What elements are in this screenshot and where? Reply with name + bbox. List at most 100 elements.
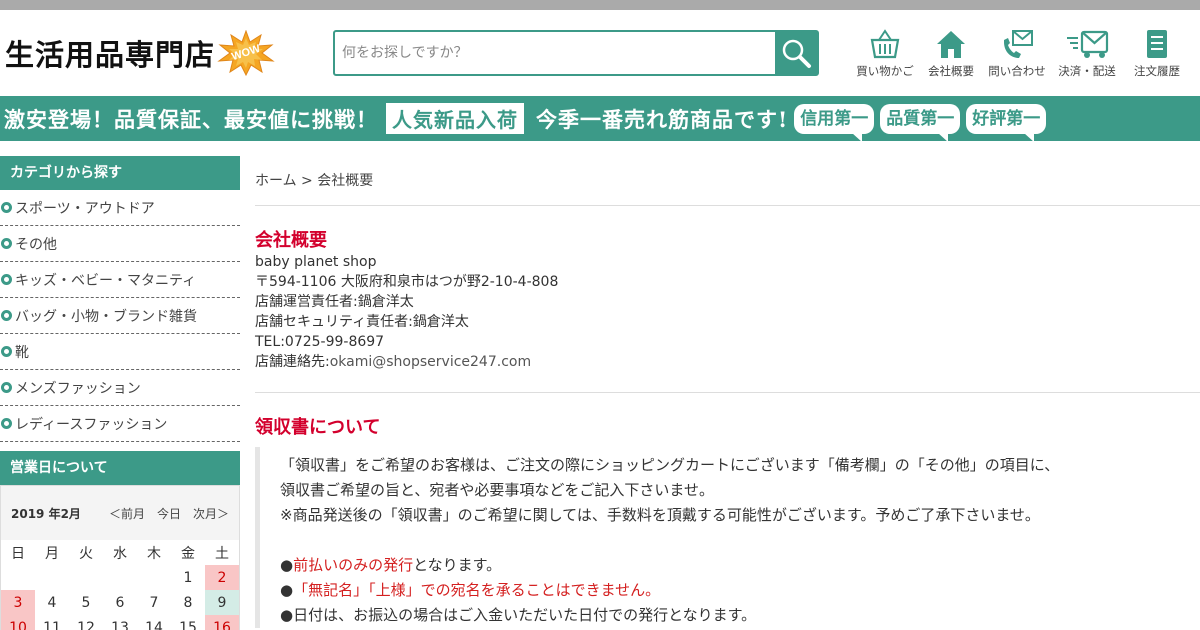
calendar-empty-cell (103, 565, 137, 590)
promo-banner[interactable]: 激安登場！品質保証、最安値に挑戦！ 人気新品入荷 今季一番売れ筋商品です! 信用… (0, 96, 1200, 141)
category-label: バッグ・小物・ブランド雑貨 (15, 308, 197, 325)
calendar-weekday: 日 (11, 545, 25, 562)
category-item[interactable]: 靴 (0, 334, 240, 370)
category-label: スポーツ・アウトドア (15, 200, 155, 217)
banner-bubble-trust: 信用第一 (794, 103, 875, 141)
shop-manager: 店舗運営責任者:鍋倉洋太 (255, 294, 414, 310)
receipt-line-2: 領収書ご希望の旨と、宛者や必要事項などをご記入下さいませ。 (280, 481, 714, 499)
calendar-month: 2019 年2月 (11, 506, 81, 521)
nav-order-history[interactable]: 注文履歴 (1124, 28, 1190, 79)
section-divider (255, 392, 1200, 393)
calendar-day: 14 (145, 619, 163, 630)
shop-contact: 店舗連絡先:okami@shopservice247.com (255, 352, 1200, 372)
calendar-weekday: 月 (45, 545, 59, 562)
category-item[interactable]: バッグ・小物・ブランド雑貨 (0, 298, 240, 334)
calendar-day: 12 (77, 619, 95, 630)
calendar-day: 5 (81, 594, 91, 611)
banner-box: 人気新品入荷 (386, 103, 524, 134)
bullet-icon (1, 202, 12, 213)
breadcrumb-home-link[interactable]: ホーム (255, 173, 297, 189)
bullet-icon (1, 238, 12, 249)
category-item[interactable]: レディースファッション (0, 406, 240, 442)
category-label: その他 (15, 236, 57, 253)
search-bar (333, 30, 819, 76)
wow-badge-icon: WOW (217, 29, 275, 77)
category-heading: カテゴリから探す (0, 156, 240, 190)
receipt-line-1: 「領収書」をご希望のお客様は、ご注文の際にショッピングカートにございます「備考欄… (280, 456, 1060, 474)
calendar-day: 8 (183, 594, 193, 611)
business-calendar: 2019 年2月 ＜前月 今日 次月＞ 日月火水木金土 1 2 3 4 5 6 7 8 9 10 11… (0, 485, 240, 630)
list-icon (1147, 30, 1167, 58)
shop-contact-email: okami@shopservice247.com (329, 354, 532, 370)
logo-text: 生活用品専門店 (5, 38, 216, 72)
calendar-weekday: 木 (147, 545, 161, 562)
receipt-bullet-1-rest: となります。 (413, 556, 502, 574)
receipt-bullet-2: ●「無記名」「上様」での宛名を承ることはできません。 (280, 578, 1200, 603)
nav-payment-delivery[interactable]: 決済・配送 (1050, 28, 1124, 79)
calendar-day: 2 (205, 565, 239, 590)
calendar-day: 6 (115, 594, 125, 611)
calendar-day: 4 (47, 594, 57, 611)
shop-address: 〒594-1106 大阪府和泉市はつが野2-10-4-808 (255, 274, 559, 290)
calendar-grid: 日月火水木金土 1 2 3 4 5 6 7 8 9 10 11 12 13 14 15 16 (1, 540, 239, 630)
receipt-line-3: ※商品発送後の「領収書」のご希望に関しては、手数料を頂戴する可能性がございます。… (280, 506, 1040, 524)
search-input[interactable] (335, 32, 775, 74)
breadcrumb-current: 会社概要 (317, 173, 374, 189)
shop-security-officer: 店舗セキュリティ責任者:鍋倉洋太 (255, 314, 469, 330)
category-item[interactable]: メンズファッション (0, 370, 240, 406)
calendar-day: 3 (1, 590, 35, 615)
calendar-weekday: 水 (113, 545, 127, 562)
search-button[interactable] (775, 32, 817, 74)
category-item[interactable]: スポーツ・アウトドア (0, 190, 240, 226)
calendar-day: 9 (205, 590, 239, 615)
search-icon (782, 39, 811, 68)
nav-contact[interactable]: 問い合わせ (984, 28, 1050, 79)
receipt-notice: 「領収書」をご希望のお客様は、ご注文の際にショッピングカートにございます「備考欄… (255, 447, 1200, 628)
calendar-controls: ＜前月 今日 次月＞ (109, 505, 229, 522)
receipt-bullet-2-highlight: 「無記名」「上様」での宛名を承ることはできません。 (293, 581, 661, 599)
nav-company-label: 会社概要 (928, 64, 974, 78)
delivery-icon (1067, 30, 1109, 58)
header-nav: 買い物かご 会社概要 問い合わせ 決済・配送 注文履歴 (852, 28, 1190, 79)
calendar-weekday: 火 (79, 545, 93, 562)
basket-icon (870, 29, 900, 59)
calendar-next-button[interactable]: 次月＞ (193, 505, 229, 522)
banner-bubble-review: 好評第一 (966, 103, 1047, 141)
calendar-prev-button[interactable]: ＜前月 (109, 505, 145, 522)
bullet-mark: ● (280, 581, 294, 599)
calendar-day: 15 (179, 619, 197, 630)
breadcrumb-separator: > (296, 173, 318, 189)
nav-cart[interactable]: 買い物かご (852, 28, 918, 79)
nav-order-history-label: 注文履歴 (1134, 64, 1180, 78)
calendar-empty-cell (69, 565, 103, 590)
bullet-icon (1, 382, 12, 393)
bullet-icon (1, 310, 12, 321)
calendar-header: 2019 年2月 ＜前月 今日 次月＞ (1, 486, 239, 540)
main-content: ホーム > 会社概要 会社概要 baby planet shop 〒594-11… (255, 156, 1200, 628)
breadcrumb: ホーム > 会社概要 (255, 156, 1200, 206)
phone-mail-icon (1004, 30, 1033, 58)
receipt-section-title: 領収書について (255, 417, 381, 438)
category-label: レディースファッション (15, 416, 168, 433)
category-item[interactable]: その他 (0, 226, 240, 262)
category-item[interactable]: キッズ・ベビー・マタニティ (0, 262, 240, 298)
calendar-day: 1 (183, 569, 193, 586)
company-info: baby planet shop 〒594-1106 大阪府和泉市はつが野2-1… (255, 252, 1200, 372)
shop-name: baby planet shop (255, 254, 377, 270)
calendar-weekday: 土 (215, 545, 229, 562)
calendar-day: 11 (43, 619, 61, 630)
banner-text-2: 今季一番売れ筋商品です! (536, 106, 789, 132)
nav-company[interactable]: 会社概要 (918, 28, 984, 79)
shop-contact-label: 店舗連絡先: (255, 354, 330, 370)
calendar-empty-cell (137, 565, 171, 590)
calendar-heading: 営業日について (0, 451, 240, 485)
calendar-empty-cell (1, 565, 35, 590)
nav-contact-label: 問い合わせ (988, 64, 1046, 78)
receipt-bullet-3: ●日付は、お振込の場合はご入金いただいた日付での発行となります。 (280, 606, 757, 624)
receipt-bullet-1-highlight: 前払いのみの発行 (293, 556, 414, 574)
site-logo[interactable]: 生活用品専門店 WOW (5, 29, 275, 77)
receipt-bullet-1: ●前払いのみの発行となります。 (280, 553, 1200, 578)
banner-text-1: 激安登場！品質保証、最安値に挑戦！ (4, 106, 378, 132)
calendar-today-button[interactable]: 今日 (157, 505, 181, 522)
